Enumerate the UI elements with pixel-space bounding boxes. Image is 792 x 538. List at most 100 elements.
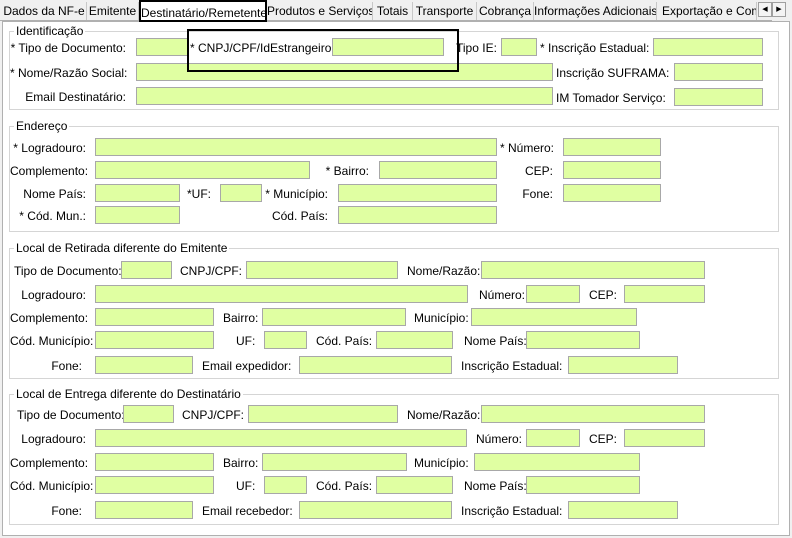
label-retirada-inscricao-estadual: Inscrição Estadual: <box>461 359 563 373</box>
label-nome-razao-social: * Nome/Razão Social: <box>10 66 128 80</box>
retirada-nome-pais-field[interactable] <box>526 331 640 349</box>
retirada-inscricao-estadual-field[interactable] <box>568 356 678 374</box>
tab-exportacao-compra[interactable]: Exportação e Compra <box>657 2 757 20</box>
retirada-email-expedidor-field[interactable] <box>299 356 452 374</box>
tab-scroll-right-icon[interactable]: ▶ <box>772 2 786 17</box>
entrega-municipio-field[interactable] <box>474 453 640 471</box>
label-inscricao-suframa: Inscrição SUFRAMA: <box>556 66 670 80</box>
inscricao-suframa-field[interactable] <box>674 63 763 81</box>
retirada-cod-pais-field[interactable] <box>376 331 453 349</box>
label-entrega-tipo-documento: Tipo de Documento: <box>17 408 125 422</box>
retirada-cod-municipio-field[interactable] <box>95 331 214 349</box>
label-uf: *UF: <box>187 187 211 201</box>
entrega-cod-pais-field[interactable] <box>376 476 453 494</box>
tab-transporte[interactable]: Transporte <box>413 2 477 20</box>
entrega-email-recebedor-field[interactable] <box>299 501 452 519</box>
label-entrega-cod-pais: Cód. País: <box>316 479 373 493</box>
label-retirada-uf: UF: <box>236 334 256 348</box>
tab-destinatario-remetente[interactable]: Destinatário/Remetente <box>139 0 267 22</box>
cod-pais-field[interactable] <box>338 206 497 224</box>
entrega-nome-razao-field[interactable] <box>481 405 705 423</box>
entrega-uf-field[interactable] <box>264 476 307 494</box>
bairro-field[interactable] <box>379 161 497 179</box>
label-email-destinatario: Email Destinatário: <box>25 90 126 104</box>
retirada-complemento-field[interactable] <box>95 308 214 326</box>
tipo-documento-field[interactable] <box>136 38 188 56</box>
entrega-tipo-documento-field[interactable] <box>123 405 174 423</box>
municipio-field[interactable] <box>338 184 497 202</box>
label-bairro: * Bairro: <box>325 164 369 178</box>
label-retirada-complemento: Complemento: <box>10 311 89 325</box>
entrega-numero-field[interactable] <box>526 429 580 447</box>
label-retirada-bairro: Bairro: <box>223 311 259 325</box>
label-retirada-municipio: Município: <box>414 311 469 325</box>
complemento-field[interactable] <box>95 161 310 179</box>
label-cep: CEP: <box>524 164 553 178</box>
tab-totais[interactable]: Totais <box>373 2 413 20</box>
group-endereco-title: Endereço <box>14 119 70 133</box>
cep-field[interactable] <box>563 161 661 179</box>
label-retirada-fone: Fone: <box>51 359 82 373</box>
tab-informacoes-adicionais[interactable]: Informações Adicionais <box>534 2 657 20</box>
label-entrega-cep: CEP: <box>589 432 618 446</box>
entrega-bairro-field[interactable] <box>262 453 407 471</box>
label-retirada-cnpj-cpf: CNPJ/CPF: <box>180 264 243 278</box>
label-retirada-logradouro: Logradouro: <box>21 288 86 302</box>
logradouro-field[interactable] <box>95 138 497 156</box>
entrega-cod-municipio-field[interactable] <box>95 476 214 494</box>
label-entrega-logradouro: Logradouro: <box>21 432 86 446</box>
cnpj-highlight-box <box>187 29 459 72</box>
retirada-numero-field[interactable] <box>526 285 580 303</box>
entrega-complemento-field[interactable] <box>95 453 214 471</box>
label-entrega-nome-razao: Nome/Razão: <box>407 408 481 422</box>
retirada-cep-field[interactable] <box>624 285 705 303</box>
label-retirada-nome-pais: Nome País: <box>464 334 527 348</box>
tab-dados-nfe[interactable]: Dados da NF-e <box>2 2 87 20</box>
entrega-cep-field[interactable] <box>624 429 705 447</box>
label-entrega-bairro: Bairro: <box>223 456 259 470</box>
retirada-municipio-field[interactable] <box>471 308 637 326</box>
group-local-retirada-title: Local de Retirada diferente do Emitente <box>14 241 230 255</box>
retirada-bairro-field[interactable] <box>262 308 406 326</box>
label-entrega-email-recebedor: Email recebedor: <box>202 504 293 518</box>
retirada-tipo-documento-field[interactable] <box>121 261 172 279</box>
entrega-fone-field[interactable] <box>95 501 193 519</box>
tab-produtos-servicos[interactable]: Produtos e Serviços <box>267 2 373 20</box>
entrega-logradouro-field[interactable] <box>95 429 467 447</box>
tab-cobranca[interactable]: Cobrança <box>477 2 534 20</box>
label-fone: Fone: <box>522 187 553 201</box>
tab-emitente[interactable]: Emitente <box>87 2 139 20</box>
uf-field[interactable] <box>220 184 262 202</box>
email-destinatario-field[interactable] <box>136 87 553 105</box>
entrega-nome-pais-field[interactable] <box>526 476 640 494</box>
retirada-logradouro-field[interactable] <box>95 285 468 303</box>
group-identificacao-title: Identificação <box>14 24 86 38</box>
label-retirada-cod-pais: Cód. País: <box>316 334 373 348</box>
retirada-uf-field[interactable] <box>264 331 307 349</box>
label-nome-pais: Nome País: <box>23 187 86 201</box>
nome-pais-field[interactable] <box>95 184 180 202</box>
label-entrega-nome-pais: Nome País: <box>464 479 527 493</box>
label-retirada-numero: Número: <box>479 288 526 302</box>
tab-scroll-left-icon[interactable]: ◀ <box>758 2 772 17</box>
label-entrega-inscricao-estadual: Inscrição Estadual: <box>461 504 563 518</box>
label-entrega-numero: Número: <box>476 432 523 446</box>
label-logradouro: * Logradouro: <box>13 141 86 155</box>
retirada-nome-razao-field[interactable] <box>481 261 705 279</box>
numero-field[interactable] <box>563 138 661 156</box>
label-entrega-cod-municipio: Cód. Município: <box>10 479 94 493</box>
cod-mun-field[interactable] <box>95 206 180 224</box>
retirada-cnpj-cpf-field[interactable] <box>246 261 398 279</box>
tipo-ie-field[interactable] <box>501 38 537 56</box>
entrega-inscricao-estadual-field[interactable] <box>568 501 678 519</box>
label-entrega-cnpj-cpf: CNPJ/CPF: <box>182 408 245 422</box>
label-retirada-nome-razao: Nome/Razão: <box>407 264 481 278</box>
fone-field[interactable] <box>563 184 661 202</box>
retirada-fone-field[interactable] <box>95 356 193 374</box>
label-retirada-cep: CEP: <box>589 288 618 302</box>
entrega-cnpj-cpf-field[interactable] <box>248 405 398 423</box>
inscricao-estadual-field[interactable] <box>653 38 763 56</box>
label-complemento: Complemento: <box>10 164 89 178</box>
label-tipo-documento: * Tipo de Documento: <box>10 41 126 55</box>
im-tomador-servico-field[interactable] <box>674 88 763 106</box>
